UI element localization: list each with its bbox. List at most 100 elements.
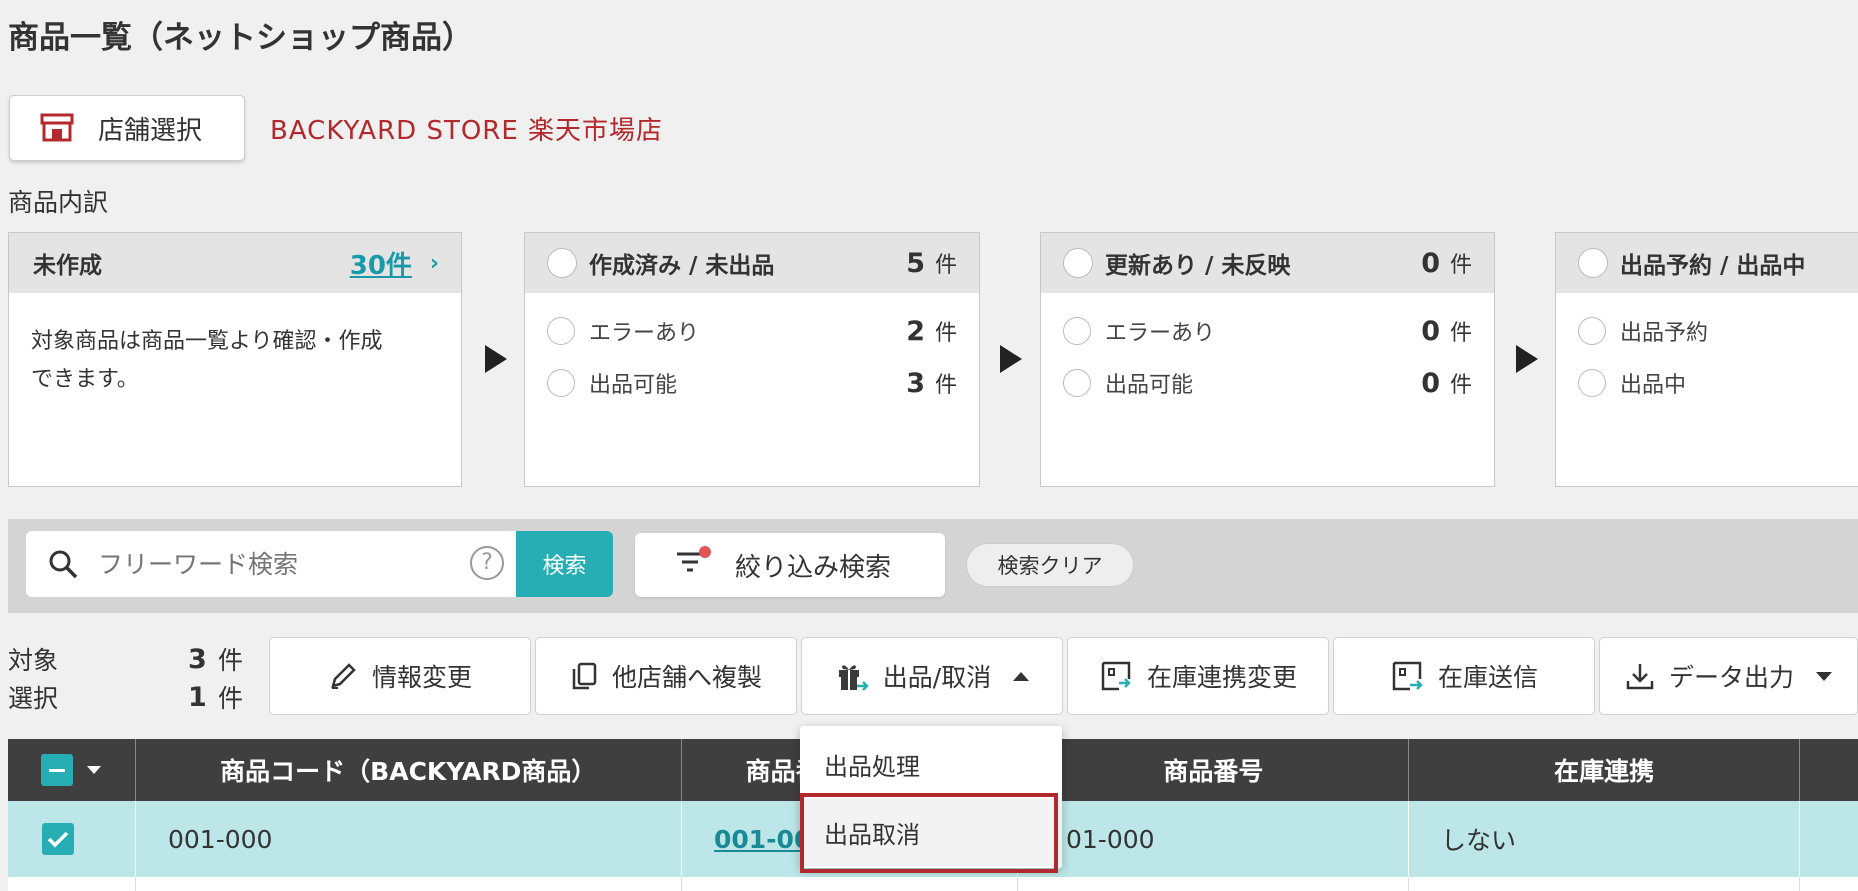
stock-link-change-button[interactable]: 在庫連携変更 [1067,637,1329,715]
card-title: 出品予約 / 出品中 [1620,253,1806,279]
gift-icon [838,665,869,691]
help-icon[interactable]: ? [470,546,504,580]
flow-arrow-icon [1516,345,1538,373]
search-button[interactable]: 検索 [516,531,613,597]
page-title: 商品一覧（ネットショップ商品） [8,20,473,56]
select-all-checkbox[interactable] [41,754,74,786]
card-updated: 更新あり / 未反映 0 件 エラーあり 0 件 出品可能 0 件 [1040,232,1495,487]
radio-button[interactable] [1063,317,1091,345]
listing-cancel-label: 出品/取消 [882,663,992,692]
card-created: 作成済み / 未出品 5 件 エラーあり 2 件 出品可能 3 件 [524,232,980,487]
stock-link-cell: しない [1409,801,1800,877]
data-export-label: データ出力 [1668,663,1794,692]
column-header[interactable] [1800,739,1858,801]
table-cell [1800,801,1858,877]
radio-button[interactable] [1578,248,1608,278]
card-listing: 出品予約 / 出品中 出品予約 出品中 [1555,232,1858,487]
count-value: 0 [1421,315,1440,347]
count-unit: 件 [1449,321,1472,346]
row-checkbox[interactable] [42,823,74,855]
stock-send-button[interactable]: 在庫送信 [1333,637,1595,715]
check-icon [47,831,69,848]
count-unit: 件 [1449,373,1472,398]
column-header[interactable]: 在庫連携 [1409,739,1801,801]
radio-button[interactable] [1578,369,1606,397]
store-icon [40,113,74,142]
row-label: 出品可能 [1105,373,1194,398]
listing-cancel-button[interactable]: 出品/取消 [801,637,1063,715]
caret-up-icon [1013,671,1030,681]
copy-to-store-label: 他店舗へ複製 [611,663,762,692]
uncreated-count-link[interactable]: 30件 [350,245,412,282]
selected-count: 1 [188,681,207,713]
stock-link-change-label: 在庫連携変更 [1146,663,1297,692]
row-select-cell[interactable] [8,801,136,877]
count-unit: 件 [1449,253,1472,278]
table-row [8,877,1858,891]
filter-search-label: 絞り込み検索 [735,552,892,583]
count-unit: 件 [218,646,244,675]
clear-search-button[interactable]: 検索クリア [966,543,1134,587]
card-description: できます。 [31,367,139,392]
count-value: 0 [1421,247,1440,279]
count-unit: 件 [218,684,244,713]
list-item[interactable]: 出品可能 0 件 [1041,357,1494,409]
menu-item-listing-process[interactable]: 出品処理 [800,730,1062,798]
card-title: 更新あり / 未反映 [1105,253,1291,279]
count-value: 2 [906,315,925,347]
highlight-outline [800,793,1058,873]
store-name: BACKYARD STORE 楽天市場店 [270,116,664,146]
search-icon [49,550,78,579]
selected-label: 選択 [8,684,59,713]
list-item[interactable]: エラーあり 2 件 [525,305,979,357]
filter-active-dot [699,545,711,558]
product-link[interactable]: 001-00 [714,825,811,854]
filter-icon [675,545,711,581]
store-select-button[interactable]: 店舗選択 [9,95,245,161]
pencil-icon [331,663,356,689]
row-label: 出品可能 [589,373,678,398]
row-label: エラーあり [589,321,700,346]
flow-arrow-icon [485,345,507,373]
stock-send-icon [1392,661,1423,691]
search-bar: ? 検索 絞り込み検索 検索クリア [8,519,1858,613]
selection-counts: 対象 3 件 選択 1 件 [8,640,248,716]
count-unit: 件 [934,321,957,346]
list-item[interactable]: 出品可能 3 件 [525,357,979,409]
caret-down-icon[interactable] [87,766,102,774]
radio-button[interactable] [547,317,575,345]
edit-info-label: 情報変更 [371,663,472,692]
search-input[interactable] [98,549,448,579]
card-title: 未作成 [33,253,102,279]
data-export-button[interactable]: データ出力 [1599,637,1858,715]
list-item[interactable]: 出品中 [1556,357,1858,409]
radio-button[interactable] [1063,248,1093,278]
stock-sync-icon [1101,661,1131,691]
download-icon [1626,664,1654,690]
column-header[interactable]: 商品コード（BACKYARD商品） [136,739,682,801]
target-label: 対象 [8,646,59,675]
select-all-header[interactable] [8,739,136,801]
column-header[interactable]: 商品番号 [1018,739,1410,801]
radio-button[interactable] [547,369,575,397]
copy-icon [572,662,597,690]
search-box: ? [26,531,516,597]
product-number-cell: 01-000 [1018,801,1409,877]
row-label: 出品中 [1620,373,1687,398]
row-label: エラーあり [1105,321,1216,346]
count-unit: 件 [934,253,957,278]
chevron-right-icon[interactable]: › [430,251,439,276]
radio-button[interactable] [547,248,577,278]
section-label: 商品内訳 [8,188,109,217]
count-value: 3 [906,367,925,399]
edit-info-button[interactable]: 情報変更 [269,637,531,715]
radio-button[interactable] [1578,317,1606,345]
flow-arrow-icon [1000,345,1022,373]
radio-button[interactable] [1063,369,1091,397]
copy-to-store-button[interactable]: 他店舗へ複製 [535,637,797,715]
filter-search-button[interactable]: 絞り込み検索 [635,533,945,597]
list-item[interactable]: 出品予約 [1556,305,1858,357]
card-uncreated: 未作成 30件 › 対象商品は商品一覧より確認・作成 できます。 [8,232,462,487]
list-item[interactable]: エラーあり 0 件 [1041,305,1494,357]
count-value: 5 [906,247,925,279]
